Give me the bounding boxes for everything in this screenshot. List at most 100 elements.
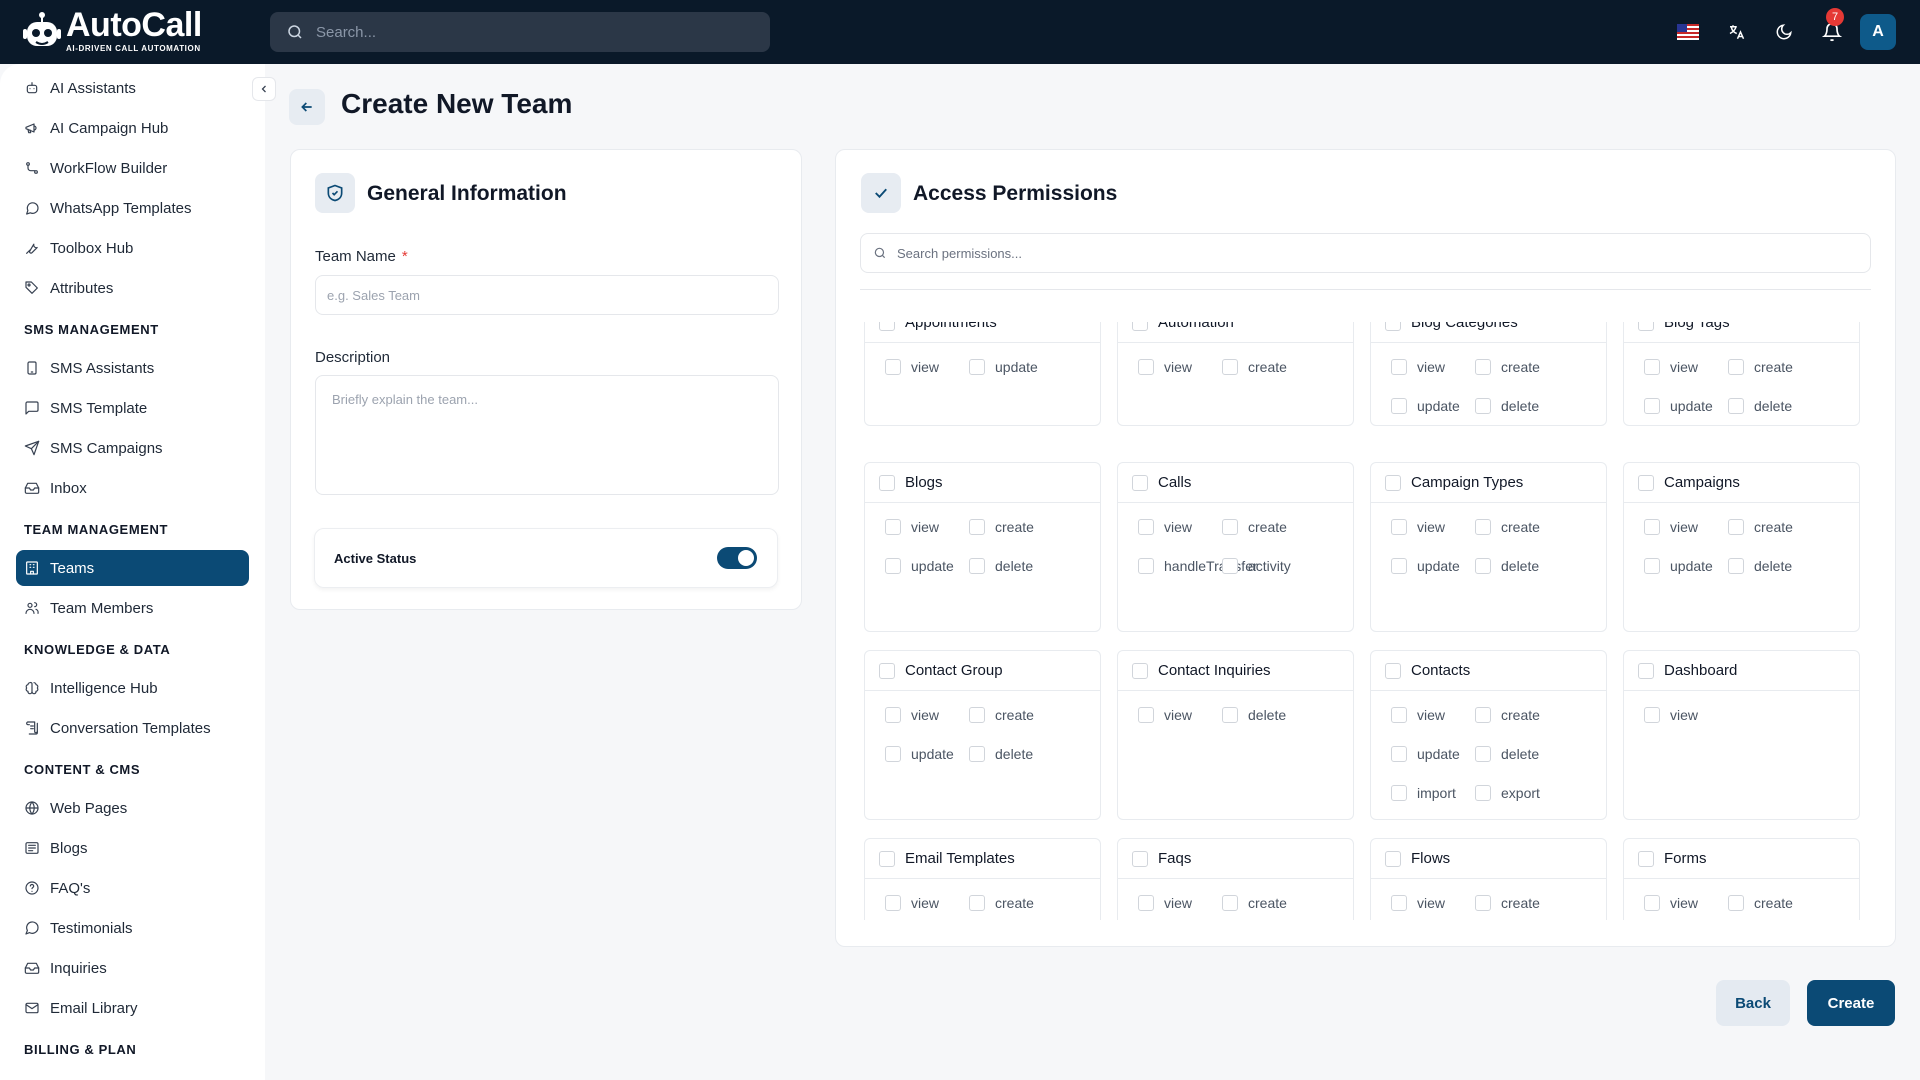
permission-option-update[interactable]: update [1391, 746, 1460, 762]
permission-option-create[interactable]: create [969, 519, 1034, 535]
permission-checkbox[interactable] [1475, 746, 1491, 762]
app-logo[interactable]: AutoCall AI-DRIVEN CALL AUTOMATION [22, 8, 202, 53]
group-checkbox[interactable] [1385, 474, 1401, 491]
permission-checkbox[interactable] [1475, 398, 1491, 414]
permission-search-input[interactable] [897, 245, 1797, 261]
permission-option-create[interactable]: create [1222, 895, 1287, 911]
permission-checkbox[interactable] [885, 519, 901, 535]
permission-checkbox[interactable] [1475, 707, 1491, 723]
permission-option-view[interactable]: view [1391, 895, 1445, 911]
permission-option-view[interactable]: view [1644, 359, 1698, 375]
permission-group-header[interactable]: Appointments [865, 322, 1100, 343]
permission-checkbox[interactable] [1138, 519, 1154, 535]
sidebar-item-team-members[interactable]: Team Members [16, 590, 249, 626]
permission-checkbox[interactable] [1644, 707, 1660, 723]
team-name-input[interactable] [315, 275, 779, 315]
permission-checkbox[interactable] [1138, 895, 1154, 911]
permission-checkbox[interactable] [1222, 707, 1238, 723]
group-checkbox[interactable] [879, 850, 895, 867]
permission-group-header[interactable]: Contact Group [865, 651, 1100, 691]
sidebar-item-sms-assistants[interactable]: SMS Assistants [16, 350, 249, 386]
create-button[interactable]: Create [1807, 980, 1895, 1026]
permission-option-create[interactable]: create [1728, 895, 1793, 911]
permission-checkbox[interactable] [969, 895, 985, 911]
permission-checkbox[interactable] [1728, 398, 1744, 414]
permission-option-create[interactable]: create [1728, 359, 1793, 375]
sidebar-item-attributes[interactable]: Attributes [16, 270, 249, 306]
group-checkbox[interactable] [1638, 474, 1654, 491]
global-search-input[interactable] [316, 23, 736, 41]
permission-checkbox[interactable] [1391, 746, 1407, 762]
permission-group-header[interactable]: Campaigns [1624, 463, 1859, 503]
permission-option-create[interactable]: create [1475, 895, 1540, 911]
permission-search[interactable] [860, 233, 1871, 273]
permission-option-update[interactable]: update [1391, 558, 1460, 574]
permission-option-delete[interactable]: delete [1728, 558, 1792, 574]
permission-checkbox[interactable] [1391, 558, 1407, 574]
permission-checkbox[interactable] [885, 895, 901, 911]
permission-option-update[interactable]: update [885, 746, 954, 762]
permission-checkbox[interactable] [969, 519, 985, 535]
permission-group-header[interactable]: Dashboard [1624, 651, 1859, 691]
permission-option-delete[interactable]: delete [969, 558, 1033, 574]
permission-checkbox[interactable] [1222, 519, 1238, 535]
sidebar-item-intelligence-hub[interactable]: Intelligence Hub [16, 670, 249, 706]
sidebar-item-blogs[interactable]: Blogs [16, 830, 249, 866]
global-search[interactable] [270, 12, 770, 52]
permission-option-activity[interactable]: activity [1222, 558, 1291, 574]
permission-option-view[interactable]: view [1138, 895, 1192, 911]
permission-checkbox[interactable] [1391, 359, 1407, 375]
collapse-sidebar-button[interactable] [252, 77, 276, 101]
permission-group-header[interactable]: Flows [1371, 839, 1606, 879]
permission-checkbox[interactable] [885, 558, 901, 574]
permission-option-export[interactable]: export [1475, 785, 1540, 801]
permission-option-update[interactable]: update [969, 359, 1038, 375]
permission-grid[interactable]: Appointments view update Automation view crea… [860, 322, 1871, 920]
permission-option-delete[interactable]: delete [1475, 746, 1539, 762]
sidebar-item-ai-assistants[interactable]: AI Assistants [16, 70, 249, 106]
permission-option-create[interactable]: create [969, 895, 1034, 911]
sidebar-item-ai-campaign-hub[interactable]: AI Campaign Hub [16, 110, 249, 146]
description-textarea[interactable] [315, 375, 779, 495]
permission-option-view[interactable]: view [1391, 519, 1445, 535]
permission-checkbox[interactable] [1728, 359, 1744, 375]
permission-checkbox[interactable] [1728, 558, 1744, 574]
permission-checkbox[interactable] [969, 558, 985, 574]
sidebar-item-inquiries[interactable]: Inquiries [16, 950, 249, 986]
permission-option-create[interactable]: create [1475, 519, 1540, 535]
permission-option-view[interactable]: view [1138, 359, 1192, 375]
group-checkbox[interactable] [1132, 474, 1148, 491]
permission-checkbox[interactable] [1138, 707, 1154, 723]
permission-option-import[interactable]: import [1391, 785, 1456, 801]
permission-checkbox[interactable] [969, 746, 985, 762]
group-checkbox[interactable] [1132, 850, 1148, 867]
permission-checkbox[interactable] [1391, 895, 1407, 911]
sidebar-item-toolbox-hub[interactable]: Toolbox Hub [16, 230, 249, 266]
sidebar-item-email-library[interactable]: Email Library [16, 990, 249, 1026]
translate-icon[interactable] [1724, 20, 1748, 44]
us-flag-icon[interactable] [1676, 20, 1700, 44]
permission-checkbox[interactable] [885, 707, 901, 723]
sidebar-item-faq-s[interactable]: FAQ's [16, 870, 249, 906]
back-button[interactable]: Back [1716, 980, 1790, 1026]
group-checkbox[interactable] [1385, 662, 1401, 679]
permission-checkbox[interactable] [1644, 359, 1660, 375]
permission-option-update[interactable]: update [1391, 398, 1460, 414]
permission-checkbox[interactable] [969, 707, 985, 723]
permission-option-delete[interactable]: delete [1475, 398, 1539, 414]
permission-option-delete[interactable]: delete [1475, 558, 1539, 574]
permission-group-header[interactable]: Calls [1118, 463, 1353, 503]
active-status-toggle[interactable] [717, 547, 757, 569]
permission-option-create[interactable]: create [1475, 359, 1540, 375]
sidebar-item-teams[interactable]: Teams [16, 550, 249, 586]
group-checkbox[interactable] [1385, 850, 1401, 867]
user-avatar[interactable]: A [1860, 14, 1896, 50]
back-arrow-button[interactable] [289, 89, 325, 125]
permission-checkbox[interactable] [1222, 359, 1238, 375]
group-checkbox[interactable] [1385, 322, 1401, 331]
sidebar-item-workflow-builder[interactable]: WorkFlow Builder [16, 150, 249, 186]
permission-checkbox[interactable] [1138, 558, 1154, 574]
permission-checkbox[interactable] [1644, 519, 1660, 535]
permission-option-update[interactable]: update [885, 558, 954, 574]
permission-option-delete[interactable]: delete [1222, 707, 1286, 723]
